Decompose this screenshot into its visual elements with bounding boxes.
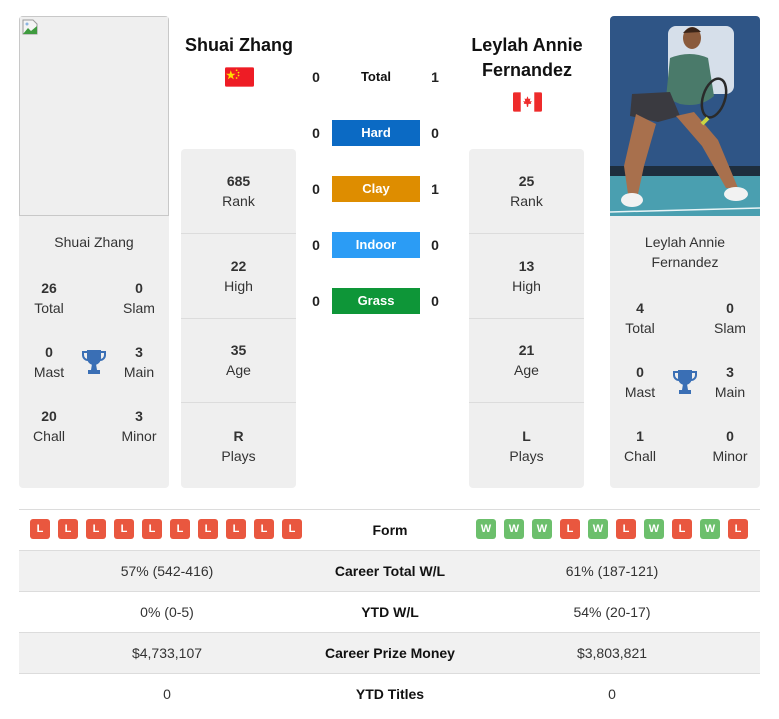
form-row: LLLLLLLLLL Form WWWLWLWLWL: [19, 510, 760, 550]
player1-age: 35 Age: [181, 319, 296, 404]
ytd-wl-label: YTD W/L: [361, 604, 419, 620]
player1-rank: 685 Rank: [181, 149, 296, 234]
career-prize-money-row: $4,733,107 Career Prize Money $3,803,821: [19, 632, 760, 673]
trophy-icon: [82, 350, 106, 374]
player2-form-badge-loss[interactable]: L: [728, 519, 748, 539]
player2-career-wl: 61% (187-121): [565, 563, 659, 579]
player1-titles-total: 26 Total: [34, 280, 64, 316]
form-label: Form: [372, 522, 408, 538]
player1-titles-minor: 3 Minor: [121, 408, 157, 444]
h2h-grass-row: 0 Grass 0: [300, 288, 460, 314]
player1-plays: R Plays: [221, 427, 256, 464]
player2-rank: 25 Rank: [469, 149, 584, 234]
h2h-total-row: 0 Total 1: [300, 64, 460, 90]
ytd-titles-row: 0 YTD Titles 0: [19, 673, 760, 714]
player2-stats: 25 Rank 13 High 21 Age L Plays: [469, 149, 584, 488]
player1-form-badge-loss[interactable]: L: [254, 519, 274, 539]
player1-form-badge-loss[interactable]: L: [58, 519, 78, 539]
player2-ytd-wl: 54% (20-17): [573, 604, 651, 620]
china-flag-icon: [225, 67, 254, 87]
player2-form-badge-win[interactable]: W: [504, 519, 524, 539]
player1-form-badge-loss[interactable]: L: [170, 519, 190, 539]
player2-form-badge-win[interactable]: W: [532, 519, 552, 539]
player1-form-badge-loss[interactable]: L: [142, 519, 162, 539]
player2-plays: L Plays: [509, 427, 544, 464]
canada-flag-icon: [513, 92, 542, 112]
h2h-total-p1: 0: [312, 69, 320, 85]
player1-form-badge-loss[interactable]: L: [30, 519, 50, 539]
player2-form-badge-loss[interactable]: L: [560, 519, 580, 539]
player2-name[interactable]: Leylah Annie Fernandez: [455, 33, 599, 83]
h2h-clay-row: 0 Clay 1: [300, 176, 460, 202]
player1-form-badge-loss[interactable]: L: [114, 519, 134, 539]
h2h-clay-p1: 0: [312, 181, 320, 197]
player1-form-badge-loss[interactable]: L: [282, 519, 302, 539]
player2-form-badge-win[interactable]: W: [588, 519, 608, 539]
player1-titles-challenger: 20 Chall: [33, 408, 65, 444]
player2-form-badge-loss[interactable]: L: [616, 519, 636, 539]
player1-prize-money: $4,733,107: [131, 645, 203, 661]
h2h-hard-p2: 0: [431, 125, 439, 141]
surface-hard-badge[interactable]: Hard: [332, 120, 420, 146]
player1-form-badge-loss[interactable]: L: [226, 519, 246, 539]
h2h-indoor-row: 0 Indoor 0: [300, 232, 460, 258]
surface-grass-badge[interactable]: Grass: [332, 288, 420, 314]
surface-clay-badge[interactable]: Clay: [332, 176, 420, 202]
h2h-hard-p1: 0: [312, 125, 320, 141]
player2-titles-masters: 0 Mast: [624, 364, 656, 400]
player2-prize-money: $3,803,821: [576, 645, 648, 661]
h2h-grass-p1: 0: [312, 293, 320, 309]
h2h-hard-row: 0 Hard 0: [300, 120, 460, 146]
player1-card: Shuai Zhang 26 Total 0 Slam 0 Mast 3 Mai…: [19, 16, 169, 488]
player2-photo: [610, 16, 760, 216]
player2-high: 13 High: [469, 234, 584, 319]
h2h-clay-p2: 1: [431, 181, 439, 197]
player1-card-name[interactable]: Shuai Zhang: [19, 232, 169, 252]
player2-titles-slam: 0 Slam: [714, 300, 746, 336]
career-prize-money-label: Career Prize Money: [325, 645, 455, 661]
ytd-titles-label: YTD Titles: [355, 686, 425, 702]
h2h-indoor-p1: 0: [312, 237, 320, 253]
player1-titles-masters: 0 Mast: [33, 344, 65, 380]
player2-form-badge-win[interactable]: W: [700, 519, 720, 539]
surface-indoor-badge[interactable]: Indoor: [332, 232, 420, 258]
player1-career-wl: 57% (542-416): [120, 563, 214, 579]
player1-stats: 685 Rank 22 High 35 Age R Plays: [181, 149, 296, 488]
ytd-wl-row: 0% (0-5) YTD W/L 54% (20-17): [19, 591, 760, 632]
h2h-indoor-p2: 0: [431, 237, 439, 253]
player2-titles-minor: 0 Minor: [712, 428, 748, 464]
h2h-total-label: Total: [360, 69, 392, 84]
player1-ytd-titles: 0: [163, 686, 171, 702]
player1-ytd-wl: 0% (0-5): [140, 604, 194, 620]
player1-titles-main: 3 Main: [123, 344, 155, 380]
player2-form-badge-win[interactable]: W: [476, 519, 496, 539]
player2-card-name[interactable]: Leylah Annie Fernandez: [610, 232, 760, 272]
career-total-wl-label: Career Total W/L: [334, 563, 446, 579]
player2-titles-total: 4 Total: [625, 300, 655, 336]
player2-form-badge-loss[interactable]: L: [672, 519, 692, 539]
player1-photo-placeholder: [19, 16, 169, 216]
player1-form-badge-loss[interactable]: L: [198, 519, 218, 539]
player2-age: 21 Age: [469, 319, 584, 404]
h2h-total-p2: 1: [431, 69, 439, 85]
player2-titles-main: 3 Main: [714, 364, 746, 400]
broken-image-icon: [22, 19, 38, 35]
player2-ytd-titles: 0: [608, 686, 616, 702]
player1-titles-slam: 0 Slam: [123, 280, 155, 316]
player2-form-badge-win[interactable]: W: [644, 519, 664, 539]
player1-high: 22 High: [181, 234, 296, 319]
player1-form-badge-loss[interactable]: L: [86, 519, 106, 539]
player2-titles-challenger: 1 Chall: [624, 428, 656, 464]
career-total-wl-row: 57% (542-416) Career Total W/L 61% (187-…: [19, 550, 760, 591]
player1-name[interactable]: Shuai Zhang: [170, 33, 308, 58]
player2-card: Leylah Annie Fernandez 4 Total 0 Slam 0 …: [610, 16, 760, 488]
trophy-icon: [673, 370, 697, 394]
h2h-grass-p2: 0: [431, 293, 439, 309]
